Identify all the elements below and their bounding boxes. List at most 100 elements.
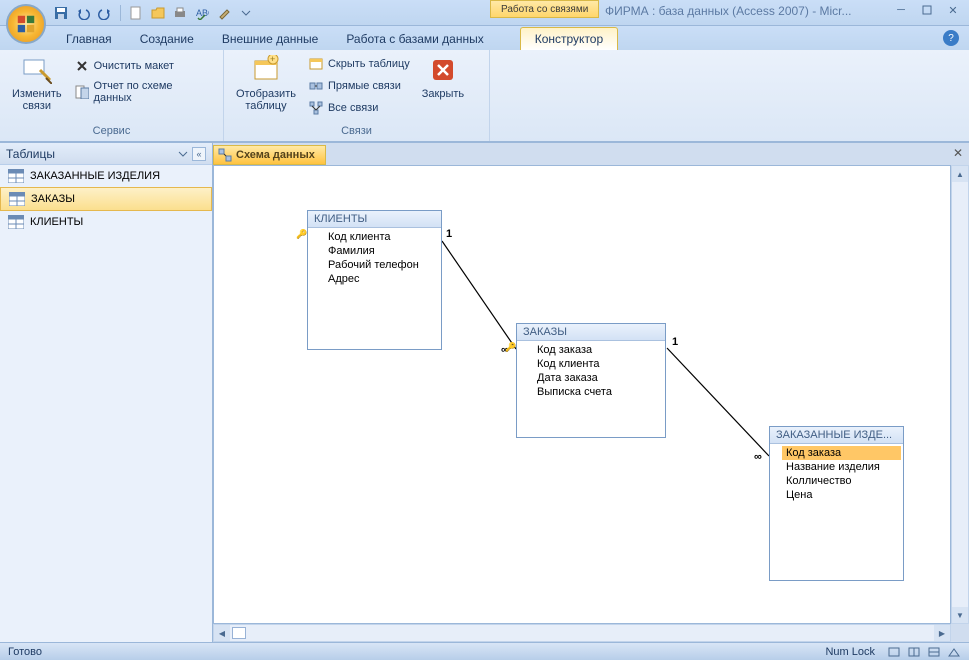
nav-item-clients[interactable]: КЛИЕНТЫ xyxy=(0,211,212,233)
horizontal-scrollbar[interactable]: ◀ ▶ xyxy=(213,624,951,642)
help-button[interactable]: ? xyxy=(943,30,959,46)
nav-item-ordered-products[interactable]: ЗАКАЗАННЫЕ ИЗДЕЛИЯ xyxy=(0,165,212,187)
table-icon xyxy=(9,192,25,206)
redo-button[interactable] xyxy=(96,4,114,22)
group-label-relations: Связи xyxy=(230,123,483,139)
print-button[interactable] xyxy=(171,4,189,22)
document-tab-relationship[interactable]: Схема данных xyxy=(213,145,326,165)
vertical-scrollbar[interactable]: ▲ ▼ xyxy=(951,165,969,624)
tab-design[interactable]: Конструктор xyxy=(520,27,618,50)
quick-access-toolbar: ABC xyxy=(52,4,255,22)
tab-external-data[interactable]: Внешние данные xyxy=(208,28,333,50)
clear-icon xyxy=(74,58,90,74)
edit-relations-button[interactable]: Изменить связи xyxy=(6,52,68,114)
view-button-3[interactable] xyxy=(925,645,943,659)
minimize-button[interactable]: ─ xyxy=(891,2,911,18)
nav-collapse-button[interactable]: « xyxy=(192,147,206,161)
close-button[interactable]: Закрыть xyxy=(416,52,470,102)
key-icon: 🔑 xyxy=(296,229,307,240)
edit-relations-label: Изменить связи xyxy=(12,88,62,112)
hide-table-icon xyxy=(308,56,324,72)
open-button[interactable] xyxy=(149,4,167,22)
ribbon-group-relations: + Отобразить таблицу Скрыть таблицу Прям… xyxy=(224,50,490,141)
contextual-tab-title: Работа со связями xyxy=(490,0,599,18)
table-box-clients[interactable]: КЛИЕНТЫ 🔑 Код клиента Фамилия Рабочий те… xyxy=(307,210,442,350)
undo-icon xyxy=(76,6,90,20)
brush-icon xyxy=(217,6,231,20)
qat-more-button[interactable] xyxy=(237,4,255,22)
main-body: Таблицы « ЗАКАЗАННЫЕ ИЗДЕЛИЯ ЗАКАЗЫ КЛИЕ… xyxy=(0,142,969,642)
maximize-button[interactable] xyxy=(917,2,937,18)
view-button-4[interactable] xyxy=(945,645,963,659)
hide-table-button[interactable]: Скрыть таблицу xyxy=(304,54,414,74)
redo-icon xyxy=(98,6,112,20)
tab-close-button[interactable]: ✕ xyxy=(951,146,965,160)
close-icon xyxy=(427,54,459,86)
scroll-up-button[interactable]: ▲ xyxy=(952,166,968,182)
direct-relations-button[interactable]: Прямые связи xyxy=(304,76,414,96)
spelling-button[interactable]: ABC xyxy=(193,4,211,22)
nav-item-orders[interactable]: ЗАКАЗЫ xyxy=(0,187,212,211)
table-icon xyxy=(8,215,24,229)
tab-database-tools[interactable]: Работа с базами данных xyxy=(332,28,497,50)
app-title: ФИРМА : база данных (Access 2007) - Micr… xyxy=(605,4,852,18)
show-table-icon: + xyxy=(250,54,282,86)
key-icon: 🔑 xyxy=(505,342,516,353)
relationship-icon xyxy=(218,148,232,162)
chevron-down-icon xyxy=(241,8,251,18)
ribbon: Изменить связи Очистить макет Отчет по с… xyxy=(0,50,969,142)
relationship-canvas[interactable]: 1 ∞ 1 ∞ КЛИЕНТЫ 🔑 Код клиента Фамилия Ра… xyxy=(213,165,951,624)
canvas-area: Схема данных ✕ 1 ∞ 1 ∞ КЛИЕНТЫ 🔑 Код кли… xyxy=(213,143,969,642)
rel-one-label-2: 1 xyxy=(672,336,678,348)
relationship-report-button[interactable]: Отчет по схеме данных xyxy=(70,78,217,106)
all-relations-icon xyxy=(308,100,324,116)
tab-create[interactable]: Создание xyxy=(126,28,208,50)
view-button-2[interactable] xyxy=(905,645,923,659)
clear-layout-button[interactable]: Очистить макет xyxy=(70,56,217,76)
table-icon xyxy=(8,169,24,183)
maximize-icon xyxy=(922,5,932,15)
nav-header[interactable]: Таблицы « xyxy=(0,143,212,165)
rel-one-label: 1 xyxy=(446,228,452,240)
scroll-down-button[interactable]: ▼ xyxy=(952,607,968,623)
close-window-button[interactable]: ✕ xyxy=(943,2,963,18)
scroll-right-button[interactable]: ▶ xyxy=(934,625,950,641)
ribbon-tabs: Главная Создание Внешние данные Работа с… xyxy=(0,26,969,50)
status-ready: Готово xyxy=(8,646,42,658)
open-folder-icon xyxy=(151,6,165,20)
view-button-1[interactable] xyxy=(885,645,903,659)
tab-home[interactable]: Главная xyxy=(52,28,126,50)
table-box-orders[interactable]: ЗАКАЗЫ 🔑 Код заказа Код клиента Дата зак… xyxy=(516,323,666,438)
new-button[interactable] xyxy=(127,4,145,22)
undo-button[interactable] xyxy=(74,4,92,22)
save-icon xyxy=(54,6,68,20)
all-relations-button[interactable]: Все связи xyxy=(304,98,414,118)
window-controls: ─ ✕ xyxy=(891,2,963,18)
print-icon xyxy=(173,6,187,20)
status-numlock: Num Lock xyxy=(825,646,875,658)
svg-text:+: + xyxy=(270,55,275,64)
office-logo-icon xyxy=(15,13,37,35)
edit-relations-icon xyxy=(21,54,53,86)
document-tab-strip: Схема данных ✕ xyxy=(213,143,969,165)
save-button[interactable] xyxy=(52,4,70,22)
table-box-order-items[interactable]: ЗАКАЗАННЫЕ ИЗДЕ... Код заказа Название и… xyxy=(769,426,904,581)
office-button[interactable] xyxy=(6,4,46,44)
title-bar: ABC Работа со связями ФИРМА : база данны… xyxy=(0,0,969,26)
direct-relations-icon xyxy=(308,78,324,94)
close-label: Закрыть xyxy=(422,88,464,100)
status-bar: Готово Num Lock xyxy=(0,642,969,660)
spelling-icon: ABC xyxy=(195,6,209,20)
show-table-button[interactable]: + Отобразить таблицу xyxy=(230,52,302,114)
rel-many-label-2: ∞ xyxy=(754,451,762,463)
view-switcher xyxy=(885,645,963,659)
scroll-indicator xyxy=(232,627,246,639)
format-painter-button[interactable] xyxy=(215,4,233,22)
new-icon xyxy=(129,6,143,20)
nav-title: Таблицы xyxy=(6,147,55,161)
contextual-tab-group: Работа со связями xyxy=(490,0,599,18)
report-icon xyxy=(74,84,90,100)
scroll-left-button[interactable]: ◀ xyxy=(214,625,230,641)
show-table-label: Отобразить таблицу xyxy=(236,88,296,112)
chevron-down-icon xyxy=(178,149,188,159)
